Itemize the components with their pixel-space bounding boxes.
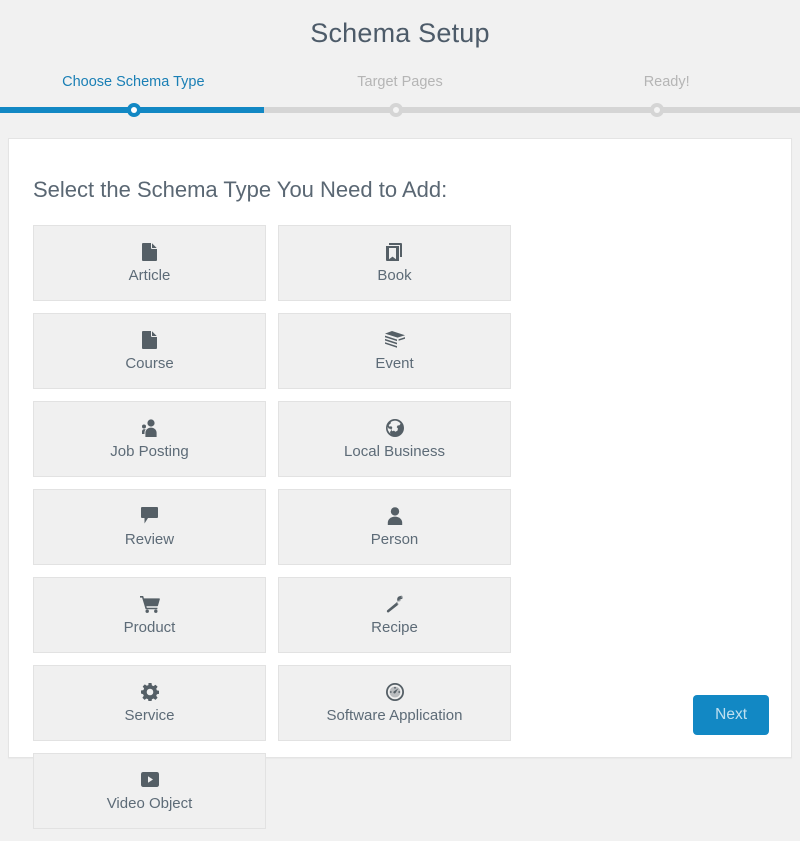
tickets-icon (384, 329, 405, 351)
globe-icon (386, 417, 404, 439)
schema-type-label: Product (124, 618, 176, 638)
schema-type-label: Video Object (107, 794, 193, 814)
user-tie-icon (142, 417, 158, 439)
schema-type-card-review[interactable]: Review (33, 489, 266, 565)
schema-type-label: Review (125, 530, 174, 550)
schema-type-label: Job Posting (110, 442, 188, 462)
panel-heading: Select the Schema Type You Need to Add: (9, 139, 791, 205)
document-icon (142, 329, 157, 351)
step-label-choose-schema-type[interactable]: Choose Schema Type (0, 72, 267, 92)
panel-footer: Next (693, 695, 769, 735)
schema-type-card-person[interactable]: Person (278, 489, 511, 565)
page-title: Schema Setup (0, 14, 800, 58)
schema-type-card-course[interactable]: Course (33, 313, 266, 389)
schema-type-label: Course (125, 354, 173, 374)
book-icon (386, 241, 404, 263)
schema-type-card-book[interactable]: Book (278, 225, 511, 301)
step-node-target-pages[interactable] (389, 103, 403, 117)
step-label-ready[interactable]: Ready! (533, 72, 800, 92)
step-node-ready[interactable] (650, 103, 664, 117)
schema-type-label: Software Application (327, 706, 463, 726)
schema-type-label: Local Business (344, 442, 445, 462)
schema-type-label: Recipe (371, 618, 418, 638)
document-icon (142, 241, 157, 263)
step-label-target-pages[interactable]: Target Pages (267, 72, 534, 92)
schema-type-card-product[interactable]: Product (33, 577, 266, 653)
schema-type-label: Book (377, 266, 411, 286)
schema-type-card-video-object[interactable]: Video Object (33, 753, 266, 829)
step-progress-indicator: Choose Schema Type Target Pages Ready! (0, 72, 800, 124)
wizard-header: Schema Setup Choose Schema Type Target P… (0, 0, 800, 124)
dashboard-icon (386, 681, 404, 703)
schema-type-label: Event (375, 354, 413, 374)
schema-type-grid: Article Book Course Event Job Posting (9, 205, 745, 841)
schema-type-label: Service (124, 706, 174, 726)
schema-type-card-recipe[interactable]: Recipe (278, 577, 511, 653)
wizard-panel: Select the Schema Type You Need to Add: … (8, 138, 792, 758)
step-node-choose-schema-type[interactable] (127, 103, 141, 117)
schema-type-card-article[interactable]: Article (33, 225, 266, 301)
gear-icon (141, 681, 159, 703)
schema-type-card-software-application[interactable]: Software Application (278, 665, 511, 741)
shopping-cart-icon (140, 593, 160, 615)
comment-icon (141, 505, 158, 527)
step-label-row: Choose Schema Type Target Pages Ready! (0, 72, 800, 92)
play-box-icon (141, 769, 159, 791)
schema-type-label: Person (371, 530, 419, 550)
schema-type-label: Article (129, 266, 171, 286)
schema-type-card-job-posting[interactable]: Job Posting (33, 401, 266, 477)
schema-type-card-local-business[interactable]: Local Business (278, 401, 511, 477)
schema-type-card-event[interactable]: Event (278, 313, 511, 389)
carrot-icon (386, 593, 404, 615)
user-icon (387, 505, 403, 527)
schema-type-card-service[interactable]: Service (33, 665, 266, 741)
next-button[interactable]: Next (693, 695, 769, 735)
